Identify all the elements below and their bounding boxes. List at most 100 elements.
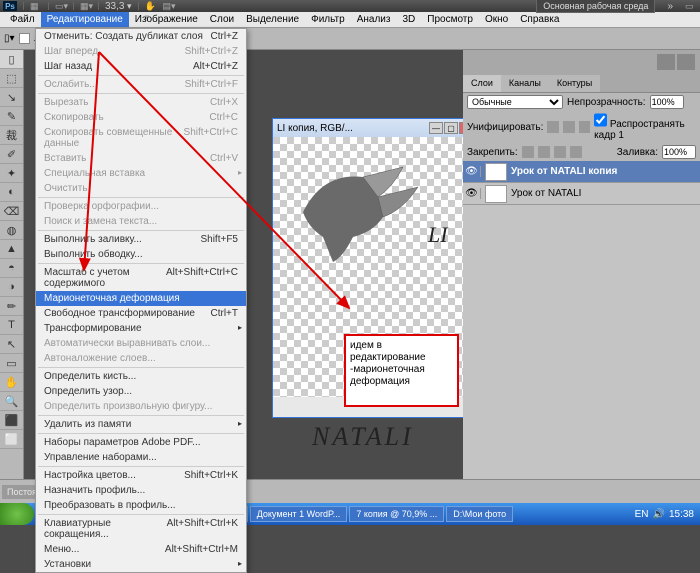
layer-row[interactable]: 👁Урок от NATALI копия [463,161,700,183]
taskbar-item[interactable]: Документ 1 WordP... [250,506,348,522]
menu-item[interactable]: Шаг назадAlt+Ctrl+Z [36,59,246,74]
tool-2[interactable]: ↘ [0,88,23,107]
menu-item[interactable]: Масштаб с учетом содержимогоAlt+Shift+Ct… [36,265,246,291]
zoom-level[interactable]: 33,3 ▾ [105,1,132,12]
chevron-right-icon[interactable]: » [661,1,679,12]
layout-icon[interactable]: ▭▾ [55,1,67,11]
tool-0[interactable]: ▯ [0,50,23,69]
close-icon[interactable]: ✕ [459,122,463,134]
menu-item[interactable]: Назначить профиль... [36,483,246,498]
maximize-icon[interactable]: ▢ [444,122,458,134]
menu-item: Проверка орфографии... [36,199,246,214]
menu-item[interactable]: Управление наборами... [36,450,246,465]
tray-icon[interactable]: 🔊 [653,509,665,520]
lock-icon[interactable] [538,146,550,158]
unify-icon[interactable] [579,121,591,133]
menu-3d[interactable]: 3D [396,12,421,27]
menu-item[interactable]: Установки [36,557,246,572]
tool-18[interactable]: 🔍 [0,392,23,411]
menubar: ФайлРедактированиеИзображениеСлоиВыделен… [0,12,700,28]
tool-20[interactable]: ⬜ [0,430,23,449]
menu-item[interactable]: Клавиатурные сокращения...Alt+Shift+Ctrl… [36,516,246,542]
menu-анализ[interactable]: Анализ [351,12,397,27]
tool-3[interactable]: ✎ [0,107,23,126]
menu-item[interactable]: Отменить: Создать дубликат слояCtrl+Z [36,29,246,44]
menu-item[interactable]: Марионеточная деформация [36,291,246,306]
unify-icon[interactable] [563,121,575,133]
tool-14[interactable]: T [0,316,23,335]
menu-item[interactable]: Свободное трансформированиеCtrl+T [36,306,246,321]
doc-icon[interactable]: ▤▾ [163,1,175,11]
menu-справка[interactable]: Справка [514,12,565,27]
menu-item[interactable]: Определить узор... [36,384,246,399]
tool-19[interactable]: ⬛ [0,411,23,430]
tool-6[interactable]: ✦ [0,164,23,183]
unify-icon[interactable] [547,121,559,133]
panel-tab[interactable]: Слои [463,75,501,92]
menu-просмотр[interactable]: Просмотр [421,12,479,27]
tool-15[interactable]: ↖ [0,335,23,354]
menu-item[interactable]: Определить кисть... [36,369,246,384]
menu-item[interactable]: Удалить из памяти [36,417,246,432]
checkbox[interactable] [19,33,30,44]
menu-слои[interactable]: Слои [204,12,240,27]
menu-item: Автоналожение слоев... [36,351,246,366]
tool-10[interactable]: ▲ [0,240,23,259]
minimize-icon[interactable]: — [429,122,443,134]
menu-item[interactable]: Трансформирование [36,321,246,336]
lock-icon[interactable] [554,146,566,158]
lock-icon[interactable] [570,146,582,158]
panel-tab[interactable]: Контуры [549,75,600,92]
taskbar-item[interactable]: D:\Мои фото [446,506,513,522]
bridge-icon[interactable]: ▦ [30,1,42,11]
tool-8[interactable]: ⌫ [0,202,23,221]
menu-item[interactable]: Настройка цветов...Shift+Ctrl+K [36,468,246,483]
clock[interactable]: 15:38 [669,509,694,520]
document-titlebar[interactable]: LI копия, RGB/... — ▢ ✕ [273,119,463,137]
panel-icon[interactable] [657,54,675,70]
menu-фильтр[interactable]: Фильтр [305,12,351,27]
menu-item: ВырезатьCtrl+X [36,95,246,110]
menu-item: Скопировать совмещенные данныеShift+Ctrl… [36,125,246,151]
toolbox: ▯⬚↘✎裁✐✦◐⌫◍▲◓◑✏T↖▭✋🔍⬛⬜ [0,50,24,502]
tool-16[interactable]: ▭ [0,354,23,373]
tool-11[interactable]: ◓ [0,259,23,278]
propagate-checkbox[interactable] [594,113,607,127]
search-icon[interactable]: ▭ [685,1,697,11]
tool-9[interactable]: ◍ [0,221,23,240]
visibility-icon[interactable]: 👁 [463,166,481,177]
lang-indicator[interactable]: EN [635,509,649,520]
tool-1[interactable]: ⬚ [0,69,23,88]
panel-icon-row [463,50,700,75]
tool-5[interactable]: ✐ [0,145,23,164]
tool-12[interactable]: ◑ [0,278,23,297]
menu-item[interactable]: Выполнить заливку...Shift+F5 [36,232,246,247]
start-button[interactable] [0,503,34,525]
menu-редактирование[interactable]: Редактирование [41,12,129,27]
app-titlebar: Ps ▦ ▭▾ ▦▾ 33,3 ▾ ✋▾ ▤▾ Основная рабочая… [0,0,700,12]
tool-13[interactable]: ✏ [0,297,23,316]
menu-item[interactable]: Меню...Alt+Shift+Ctrl+M [36,542,246,557]
hand-icon[interactable]: ✋▾ [145,1,157,11]
opacity-input[interactable] [650,95,684,109]
layer-row[interactable]: 👁Урок от NATALI [463,183,700,205]
visibility-icon[interactable]: 👁 [463,188,481,199]
fill-input[interactable] [662,145,696,159]
menu-файл[interactable]: Файл [4,12,41,27]
tool-7[interactable]: ◐ [0,183,23,202]
tool-preset-icon[interactable]: ▯▾ [4,33,15,44]
menu-изображение[interactable]: Изображение [129,12,204,27]
panel-icon[interactable] [677,54,695,70]
menu-окно[interactable]: Окно [479,12,514,27]
menu-выделение[interactable]: Выделение [240,12,305,27]
tool-4[interactable]: 裁 [0,126,23,145]
menu-item[interactable]: Преобразовать в профиль... [36,498,246,513]
tool-17[interactable]: ✋ [0,373,23,392]
blend-mode-select[interactable]: Обычные [467,95,563,109]
extras-icon[interactable]: ▦▾ [80,1,92,11]
menu-item[interactable]: Наборы параметров Adobe PDF... [36,435,246,450]
panel-tab[interactable]: Каналы [501,75,549,92]
lock-icon[interactable] [522,146,534,158]
taskbar-item[interactable]: 7 копия @ 70,9% ... [349,506,444,522]
menu-item[interactable]: Выполнить обводку... [36,247,246,262]
